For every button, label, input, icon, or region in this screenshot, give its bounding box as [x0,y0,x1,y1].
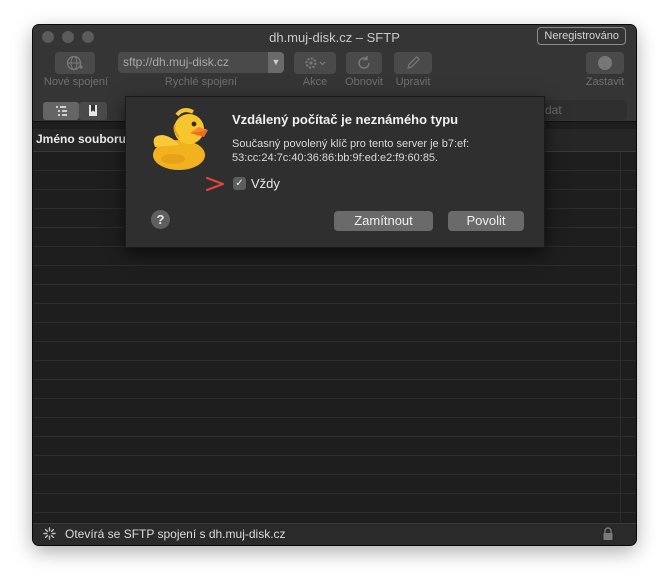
search-placeholder: dat [545,103,562,117]
status-bar: Otevírá se SFTP spojení s dh.muj-disk.cz [33,523,636,545]
annotation-arrow [205,176,225,192]
dialog-title: Vzdálený počítač je neznámého typu [232,112,459,127]
actions-button[interactable] [294,52,336,74]
edit-label: Upravit [395,76,431,88]
lock-icon[interactable] [602,527,614,541]
status-text: Otevírá se SFTP spojení s dh.muj-disk.cz [65,527,286,541]
refresh-button[interactable] [346,52,382,74]
table-row[interactable] [33,266,636,285]
always-checkbox-label[interactable]: Vždy [251,176,280,191]
table-row[interactable] [33,323,636,342]
allow-button[interactable]: Povolit [448,211,524,231]
actions-label: Akce [302,76,328,88]
table-row[interactable] [33,361,636,380]
table-row[interactable] [33,247,636,266]
table-row[interactable] [33,456,636,475]
refresh-label: Obnovit [345,76,383,88]
edit-button[interactable] [394,52,432,74]
table-row[interactable] [33,494,636,513]
unknown-host-dialog: Vzdálený počítač je neznámého typu Souča… [125,96,545,248]
table-row[interactable] [33,285,636,304]
table-row[interactable] [33,399,636,418]
table-row[interactable] [33,437,636,456]
quick-connect-label: Rychlé spojení [164,76,238,88]
chevron-down-icon[interactable]: ▼ [268,52,284,73]
unregistered-badge[interactable]: Neregistrováno [537,27,626,45]
spinner-icon [43,527,56,540]
search-field[interactable]: dat [543,100,627,120]
globe-icon [66,55,83,71]
column-divider [620,152,621,522]
stop-icon [598,56,612,70]
quick-connect-field[interactable]: sftp://dh.muj-disk.cz ▼ [118,52,284,73]
table-row[interactable] [33,380,636,399]
cyberduck-logo-icon [153,108,208,170]
bookmarks-view-button[interactable] [79,102,107,120]
new-connection-button[interactable] [55,52,95,74]
table-row[interactable] [33,418,636,437]
new-connection-label: Nové spojení [43,76,109,88]
help-button[interactable]: ? [151,210,170,229]
table-row[interactable] [33,475,636,494]
dialog-message: Současný povolený klíč pro tento server … [232,138,470,164]
bookmark-icon [89,105,97,116]
stop-label: Zastavit [585,76,625,88]
browser-view-button[interactable] [43,102,79,120]
gear-icon [305,57,326,69]
pencil-icon [407,56,420,69]
table-row[interactable] [33,342,636,361]
refresh-icon [358,56,370,69]
list-view-icon [56,106,67,116]
table-row[interactable] [33,304,636,323]
deny-button[interactable]: Zamítnout [334,211,433,231]
always-checkbox[interactable]: ✓ [233,177,246,190]
quick-connect-value: sftp://dh.muj-disk.cz [123,55,230,69]
column-name-header[interactable]: Jméno souboru [36,132,126,146]
stop-button[interactable] [586,52,624,74]
